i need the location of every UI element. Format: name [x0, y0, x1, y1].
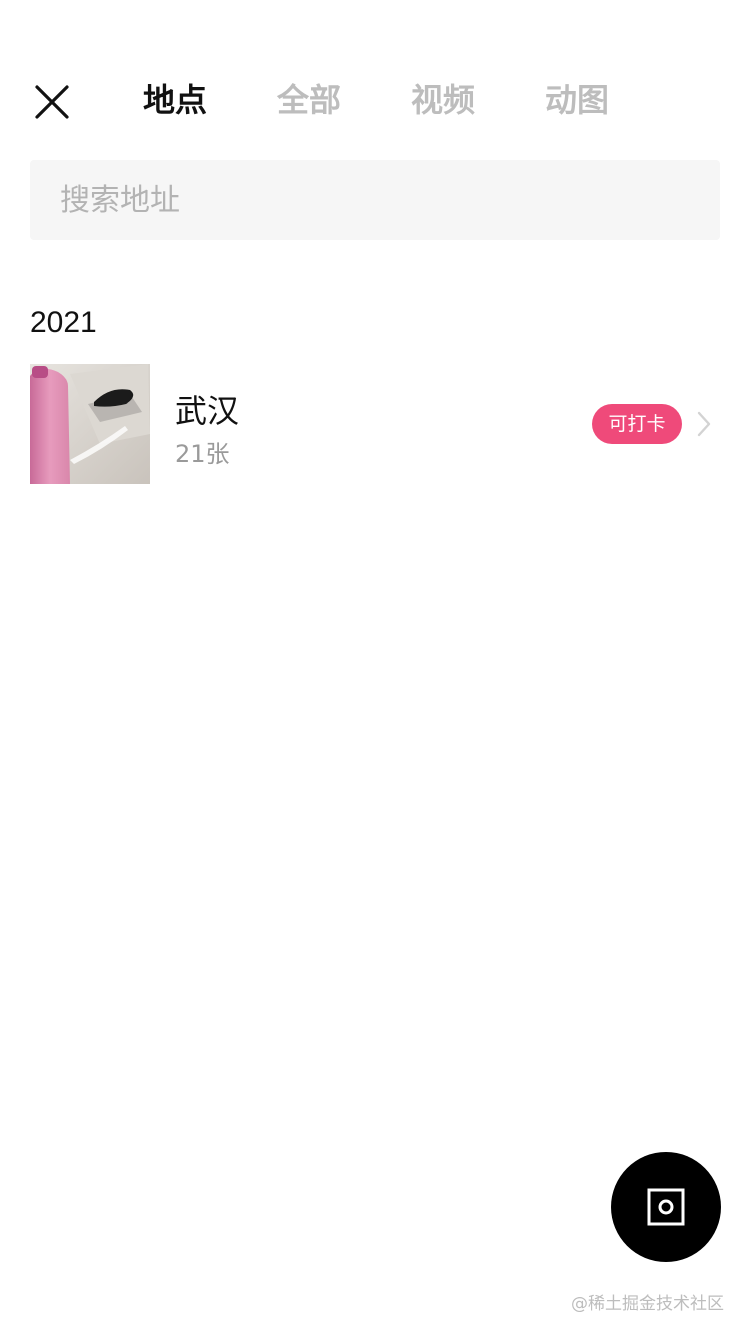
- close-button[interactable]: [28, 78, 76, 126]
- album-location-page: 地点 全部 视频 动图 2021: [0, 0, 750, 1334]
- place-thumbnail: [30, 364, 150, 484]
- watermark: @稀土掘金技术社区: [571, 1294, 724, 1314]
- tab-video[interactable]: 视频: [411, 78, 475, 122]
- camera-frame-icon: [647, 1188, 685, 1226]
- tab-gif[interactable]: 动图: [545, 78, 609, 122]
- tab-all[interactable]: 全部: [277, 78, 341, 122]
- place-name: 武汉: [175, 392, 240, 430]
- photo-thumbnail: [30, 364, 150, 484]
- capture-button[interactable]: [611, 1152, 721, 1262]
- search-box: [30, 160, 720, 240]
- year-heading: 2021: [30, 306, 97, 339]
- checkin-badge[interactable]: 可打卡: [592, 404, 682, 444]
- place-photo-count: 21张: [175, 440, 230, 468]
- search-input[interactable]: [30, 160, 720, 240]
- place-row[interactable]: 武汉 21张 可打卡: [30, 364, 720, 484]
- tab-location[interactable]: 地点: [143, 78, 207, 122]
- chevron-right-icon: [697, 411, 711, 437]
- header: 地点 全部 视频 动图: [0, 60, 750, 140]
- close-icon: [35, 85, 69, 119]
